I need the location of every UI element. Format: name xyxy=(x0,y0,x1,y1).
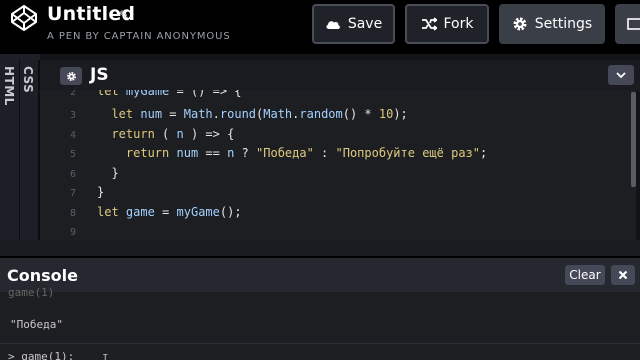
code-line: let num = Math.round(Math.random() * 10)… xyxy=(111,107,408,121)
settings-button[interactable]: Settings xyxy=(499,4,605,44)
console-header xyxy=(0,258,640,292)
line-number: 2 xyxy=(70,90,77,98)
clear-console-button[interactable]: Clear xyxy=(565,265,605,285)
line-number: 7 xyxy=(70,188,77,199)
code-line: let myGame = () => { xyxy=(97,90,242,98)
js-settings-button[interactable] xyxy=(60,67,82,85)
save-label: Save xyxy=(347,16,383,32)
line-number: 6 xyxy=(70,169,77,180)
tab-html[interactable]: HTML xyxy=(2,66,16,106)
gear-icon xyxy=(513,17,527,31)
chevron-down-icon xyxy=(616,71,626,78)
console-title: Console xyxy=(7,266,78,285)
tab-css[interactable]: CSS xyxy=(21,66,35,93)
code-line: } xyxy=(97,185,105,199)
fork-label: Fork xyxy=(443,16,474,32)
collapse-button[interactable] xyxy=(608,65,634,85)
text-cursor-icon: I xyxy=(102,352,109,360)
line-number: 3 xyxy=(70,110,77,121)
settings-label: Settings xyxy=(534,16,593,32)
gear-icon xyxy=(66,71,76,81)
tab-divider xyxy=(19,60,20,260)
js-panel-header xyxy=(40,60,640,92)
close-console-button[interactable] xyxy=(611,265,635,285)
code-line: } xyxy=(97,166,119,180)
line-number: 4 xyxy=(70,130,77,141)
cloud-icon xyxy=(326,21,340,29)
divider xyxy=(0,343,640,344)
close-icon xyxy=(618,270,628,280)
line-number: 5 xyxy=(70,149,77,160)
save-button[interactable]: Save xyxy=(312,4,395,44)
code-line: return ( n ) => { xyxy=(111,127,235,141)
js-code-editor[interactable]: 2 let myGame = () => { 3 let num = Math.… xyxy=(40,90,636,240)
pen-author: A PEN BY CAPTAIN ANONYMOUS xyxy=(47,31,231,42)
fork-icon xyxy=(421,17,437,31)
line-number: 8 xyxy=(70,208,77,219)
console-output xyxy=(0,292,640,360)
layout-button[interactable] xyxy=(615,4,640,44)
codepen-logo-icon[interactable] xyxy=(10,4,38,32)
js-panel-title: JS xyxy=(90,65,109,85)
console-input[interactable]: > game(1); xyxy=(8,350,74,360)
editor-scrollbar[interactable] xyxy=(631,92,636,187)
fork-button[interactable]: Fork xyxy=(405,4,489,44)
layout-icon xyxy=(627,18,640,30)
code-line: let game = myGame(); xyxy=(97,205,242,219)
line-number: 9 xyxy=(70,227,77,238)
console-result: "Победа" xyxy=(10,318,63,331)
console-history-line: game(1) xyxy=(8,286,55,299)
pencil-icon[interactable]: ✎ xyxy=(119,8,129,22)
code-line: return num == n ? "Победа" : "Попробуйте… xyxy=(125,146,488,160)
